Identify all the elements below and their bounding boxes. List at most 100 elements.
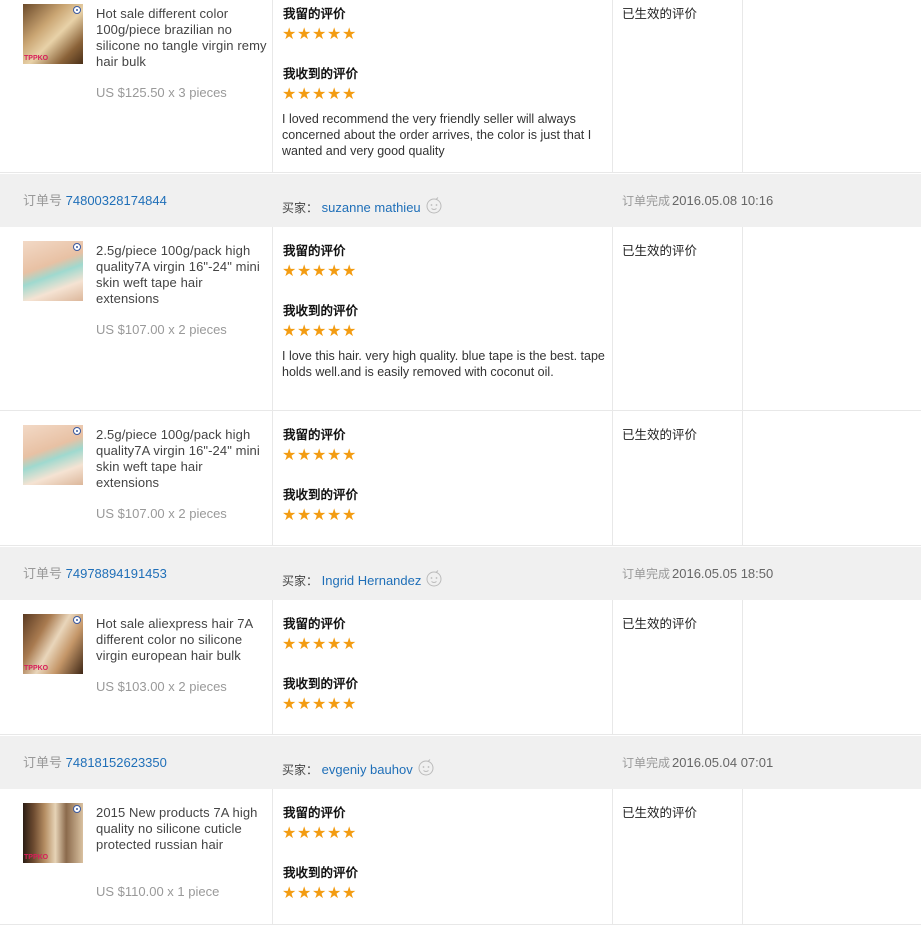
star-icon: ★ xyxy=(327,323,342,340)
my-rating-stars: ★ ★ ★ ★ ★ xyxy=(282,448,356,464)
star-icon: ★ xyxy=(312,885,327,902)
star-icon: ★ xyxy=(297,447,312,464)
star-icon: ★ xyxy=(282,885,297,902)
star-icon: ★ xyxy=(297,696,312,713)
star-icon: ★ xyxy=(282,263,297,280)
product-price: US $107.00 x 2 pieces xyxy=(96,506,227,521)
received-review-label: 我收到的评价 xyxy=(283,487,359,502)
buyer-info: 买家： evgeniy bauhov xyxy=(282,758,435,778)
my-rating-stars: ★ ★ ★ ★ ★ xyxy=(282,27,356,43)
buyer-name-link[interactable]: Ingrid Hernandez xyxy=(322,573,422,588)
product-thumbnail[interactable]: TPPKO xyxy=(23,4,83,64)
star-icon: ★ xyxy=(297,507,312,524)
review-status: 已生效的评价 xyxy=(622,616,698,631)
product-thumbnail[interactable]: TPPKO xyxy=(23,614,83,674)
star-icon: ★ xyxy=(327,636,342,653)
product-title-link[interactable]: 2015 New products 7A high quality no sil… xyxy=(96,805,268,853)
column-divider xyxy=(612,227,613,545)
star-icon: ★ xyxy=(282,323,297,340)
received-rating-stars: ★ ★ ★ ★ ★ xyxy=(282,508,356,524)
buyer-label: 买家： xyxy=(282,201,319,215)
column-divider xyxy=(742,227,743,545)
received-review-label: 我收到的评价 xyxy=(283,865,359,880)
buyer-level-icon[interactable] xyxy=(417,758,435,776)
my-review-label: 我留的评价 xyxy=(283,616,346,631)
star-icon: ★ xyxy=(312,447,327,464)
buyer-name-link[interactable]: suzanne mathieu xyxy=(322,200,421,215)
product-thumbnail[interactable]: TPPKO xyxy=(23,803,83,863)
product-title-link[interactable]: Hot sale different color 100g/piece braz… xyxy=(96,6,268,70)
star-icon: ★ xyxy=(282,636,297,653)
star-icon: ★ xyxy=(297,825,312,842)
star-icon: ★ xyxy=(282,825,297,842)
star-icon: ★ xyxy=(342,696,357,713)
received-review-label: 我收到的评价 xyxy=(283,66,359,81)
received-rating-stars: ★ ★ ★ ★ ★ xyxy=(282,886,356,902)
product-price: US $103.00 x 2 pieces xyxy=(96,679,227,694)
feedback-item: 2.5g/piece 100g/pack high quality7A virg… xyxy=(0,227,921,411)
star-icon: ★ xyxy=(282,447,297,464)
buyer-info: 买家： suzanne mathieu xyxy=(282,196,443,216)
column-divider xyxy=(612,600,613,734)
star-icon: ★ xyxy=(312,323,327,340)
feedback-list: TPPKO Hot sale different color 100g/piec… xyxy=(0,0,921,926)
star-icon: ★ xyxy=(282,86,297,103)
order-completed: 订单完成 2016.05.05 18:50 xyxy=(622,566,773,582)
product-title-link[interactable]: 2.5g/piece 100g/pack high quality7A virg… xyxy=(96,243,268,307)
star-icon: ★ xyxy=(327,86,342,103)
order-number-label: 订单号 xyxy=(23,193,63,208)
star-icon: ★ xyxy=(327,263,342,280)
star-icon: ★ xyxy=(342,26,357,43)
feedback-item: 2.5g/piece 100g/pack high quality7A virg… xyxy=(0,411,921,546)
star-icon: ★ xyxy=(312,263,327,280)
buyer-level-icon[interactable] xyxy=(425,196,443,214)
received-review-text: I love this hair. very high quality. blu… xyxy=(282,349,605,379)
star-icon: ★ xyxy=(327,696,342,713)
order-number-label: 订单号 xyxy=(23,755,63,770)
star-icon: ★ xyxy=(342,507,357,524)
star-icon: ★ xyxy=(327,885,342,902)
order-number-link[interactable]: 74978894191453 xyxy=(66,566,167,581)
buyer-name-link[interactable]: evgeniy bauhov xyxy=(322,762,413,777)
star-icon: ★ xyxy=(327,26,342,43)
star-icon: ★ xyxy=(297,323,312,340)
my-rating-stars: ★ ★ ★ ★ ★ xyxy=(282,826,356,842)
product-price: US $107.00 x 2 pieces xyxy=(96,322,227,337)
star-icon: ★ xyxy=(297,263,312,280)
feedback-item: TPPKO Hot sale aliexpress hair 7A differ… xyxy=(0,600,921,735)
my-rating-stars: ★ ★ ★ ★ ★ xyxy=(282,637,356,653)
order-number-link[interactable]: 74818152623350 xyxy=(66,755,167,770)
buyer-level-icon[interactable] xyxy=(425,569,443,587)
product-title-link[interactable]: 2.5g/piece 100g/pack high quality7A virg… xyxy=(96,427,268,491)
star-icon: ★ xyxy=(297,86,312,103)
star-icon: ★ xyxy=(297,636,312,653)
order-completed-label: 订单完成 xyxy=(622,756,671,770)
star-icon: ★ xyxy=(312,696,327,713)
my-rating-stars: ★ ★ ★ ★ ★ xyxy=(282,264,356,280)
star-icon: ★ xyxy=(312,26,327,43)
order-completed-label: 订单完成 xyxy=(622,194,671,208)
star-icon: ★ xyxy=(282,507,297,524)
product-thumbnail[interactable] xyxy=(23,241,83,301)
product-title-link[interactable]: Hot sale aliexpress hair 7A different co… xyxy=(96,616,268,664)
star-icon: ★ xyxy=(342,263,357,280)
order-completed: 订单完成 2016.05.08 10:16 xyxy=(622,193,773,209)
product-price: US $125.50 x 3 pieces xyxy=(96,85,227,100)
order-header: 订单号 74978894191453 买家： Ingrid Hernandez … xyxy=(0,547,921,600)
received-review-label: 我收到的评价 xyxy=(283,676,359,691)
order-number-label: 订单号 xyxy=(23,566,63,581)
order-number-link[interactable]: 74800328174844 xyxy=(66,193,167,208)
received-review-text: I loved recommend the very friendly sell… xyxy=(282,112,592,158)
product-price: US $110.00 x 1 piece xyxy=(96,884,220,899)
order-number: 订单号 74800328174844 xyxy=(23,193,167,209)
column-divider xyxy=(272,600,273,734)
star-icon: ★ xyxy=(342,86,357,103)
column-divider xyxy=(742,600,743,734)
star-icon: ★ xyxy=(342,885,357,902)
column-divider xyxy=(272,227,273,545)
review-status: 已生效的评价 xyxy=(622,427,698,442)
buyer-label: 买家： xyxy=(282,574,319,588)
column-divider xyxy=(272,789,273,924)
order-header: 订单号 74818152623350 买家： evgeniy bauhov 订单… xyxy=(0,736,921,789)
product-thumbnail[interactable] xyxy=(23,425,83,485)
